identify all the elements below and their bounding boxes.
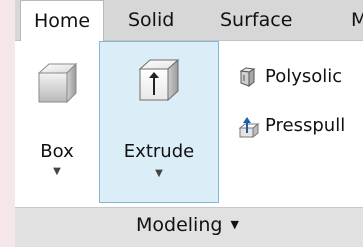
polysolid-button[interactable]: Polysolic xyxy=(237,62,363,92)
dropdown-arrow-icon: ▼ xyxy=(230,218,239,231)
box-icon xyxy=(37,62,78,104)
box-label: Box xyxy=(40,141,74,162)
tab-surface[interactable]: Surface xyxy=(220,0,292,40)
box-button[interactable]: Box ▼ xyxy=(27,41,87,186)
presspull-icon xyxy=(238,117,260,139)
tab-mesh[interactable]: M xyxy=(351,0,363,40)
panel-footer: Modeling ▼ xyxy=(15,207,363,247)
extrude-button[interactable]: Extrude ▼ xyxy=(99,41,219,203)
presspull-label: Presspull xyxy=(265,115,346,136)
ribbon: Home Solid Surface M Box ▼ Extrude ▼ Pol… xyxy=(15,0,363,247)
caret-down-icon[interactable]: ▼ xyxy=(100,168,218,179)
polysolid-label: Polysolic xyxy=(265,66,343,87)
extrude-icon xyxy=(138,58,180,102)
panel-title: Modeling xyxy=(136,214,223,236)
polysolid-icon xyxy=(239,67,256,88)
caret-down-icon[interactable]: ▼ xyxy=(27,166,87,177)
presspull-button[interactable]: Presspull xyxy=(237,111,363,141)
extrude-label: Extrude xyxy=(123,141,195,162)
panel-title-button[interactable]: Modeling ▼ xyxy=(136,214,239,236)
ribbon-tab-bar: Home Solid Surface M xyxy=(15,0,363,42)
tab-solid[interactable]: Solid xyxy=(128,0,174,40)
modeling-panel: Box ▼ Extrude ▼ Polysolic Presspull xyxy=(15,41,363,207)
tab-home[interactable]: Home xyxy=(20,0,105,42)
